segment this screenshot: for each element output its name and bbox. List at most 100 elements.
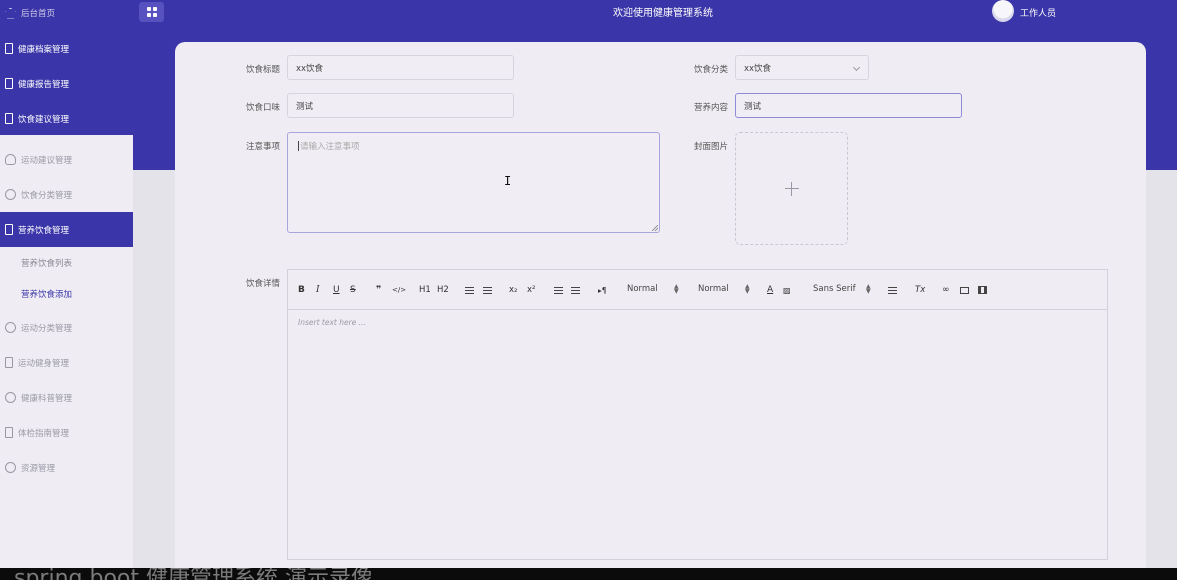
superscript-button[interactable]: x² <box>527 284 535 296</box>
header-2-button[interactable]: H2 <box>437 284 449 296</box>
ordered-list-button[interactable] <box>465 284 474 296</box>
sidebar-item-checkup-guide[interactable]: 体检指南管理 <box>0 415 133 450</box>
bullet-list-button[interactable] <box>483 284 492 296</box>
sidebar-item-label: 健康科普管理 <box>21 393 73 404</box>
i-beam-cursor-icon: I <box>504 174 512 188</box>
chat-icon <box>5 189 16 200</box>
sidebar-item-label: 健康档案管理 <box>18 44 70 55</box>
title-input[interactable]: xx饮食 <box>287 55 514 80</box>
blockquote-button[interactable]: ❞ <box>376 284 381 296</box>
nutrition-input-value: 测试 <box>744 101 762 112</box>
header-picker-value: Normal <box>627 284 658 294</box>
text-color-button[interactable]: A <box>767 284 773 296</box>
cover-upload[interactable] <box>735 132 848 245</box>
sidebar-item-health-science[interactable]: 健康科普管理 <box>0 380 133 415</box>
video-caption-bar: spring boot 健康管理系统 演示录像 <box>0 568 1177 580</box>
page-title: 欢迎使用健康管理系统 <box>613 8 713 19</box>
chat-icon <box>5 322 16 333</box>
align-left-icon <box>888 286 897 294</box>
document-icon <box>5 113 13 124</box>
italic-button[interactable]: I <box>316 284 320 296</box>
grid-icon <box>146 7 157 17</box>
sidebar-item-label: 健康报告管理 <box>18 79 70 90</box>
editor-toolbar: B I U S ❞ </> H1 H2 x₂ x² ▸¶ Normal ▲ ▼ N… <box>287 269 1108 310</box>
notes-label: 注意事项 <box>245 142 280 152</box>
underline-button[interactable]: U <box>333 284 340 296</box>
menu-toggle-button[interactable] <box>139 2 164 22</box>
subscript-button[interactable]: x₂ <box>509 284 517 296</box>
sidebar-item-label: 体检指南管理 <box>18 428 70 439</box>
sidebar: 后台首页 健康档案管理 健康报告管理 饮食建议管理 运动建议管理 饮食分类管理 … <box>0 0 133 570</box>
plus-icon <box>784 181 799 196</box>
category-select[interactable]: xx饮食 <box>735 55 869 80</box>
detail-label: 饮食详情 <box>245 279 280 289</box>
code-block-button[interactable]: </> <box>392 284 406 296</box>
document-icon <box>5 427 13 438</box>
background-color-button[interactable]: ▨ <box>783 284 791 296</box>
header-picker[interactable]: Normal ▲ ▼ <box>627 283 681 295</box>
bullet-list-icon <box>483 286 492 294</box>
sidebar-item-dashboard[interactable]: 后台首页 <box>0 0 133 30</box>
size-picker-value: Normal <box>698 284 729 294</box>
taste-label: 饮食口味 <box>245 103 280 113</box>
sidebar-item-fitness[interactable]: 运动健身管理 <box>0 345 133 380</box>
sidebar-item-resources[interactable]: 资源管理 <box>0 450 133 485</box>
resize-handle[interactable] <box>652 225 658 231</box>
ordered-list-icon <box>465 286 474 294</box>
image-button[interactable] <box>959 284 969 296</box>
document-icon <box>5 43 13 54</box>
notes-textarea[interactable]: 请输入注意事项 <box>287 132 660 233</box>
home-icon <box>5 7 16 19</box>
chevron-down-icon <box>852 63 861 72</box>
sidebar-subitem-nutrition-list[interactable]: 营养饮食列表 <box>0 248 133 278</box>
updown-arrow-icon: ▲ ▼ <box>866 283 871 295</box>
sidebar-item-label: 饮食建议管理 <box>18 114 70 125</box>
sidebar-item-label: 运动建议管理 <box>21 155 73 166</box>
align-button[interactable] <box>888 284 897 296</box>
strike-button[interactable]: S <box>350 284 356 296</box>
title-input-value: xx饮食 <box>296 63 324 74</box>
avatar[interactable] <box>992 0 1014 22</box>
indent-button[interactable] <box>571 284 580 296</box>
sidebar-item-diet-category[interactable]: 饮食分类管理 <box>0 177 133 212</box>
sidebar-item-diet-advice[interactable]: 饮食建议管理 <box>0 101 133 136</box>
sidebar-item-label: 营养饮食管理 <box>18 225 70 236</box>
sidebar-item-health-reports[interactable]: 健康报告管理 <box>0 66 133 101</box>
editor-content[interactable]: Insert text here ... <box>287 309 1108 560</box>
text-direction-button[interactable]: ▸¶ <box>598 284 607 296</box>
bold-button[interactable]: B <box>298 284 305 296</box>
link-icon: ∞ <box>942 285 950 295</box>
sidebar-subitem-label: 营养饮食列表 <box>21 259 73 269</box>
title-label: 饮食标题 <box>245 65 280 75</box>
video-icon <box>977 286 987 294</box>
image-icon <box>959 286 969 294</box>
video-button[interactable] <box>977 284 987 296</box>
user-name[interactable]: 工作人员 <box>1020 6 1056 19</box>
chat-icon <box>5 392 16 403</box>
document-icon <box>5 78 13 89</box>
font-picker[interactable]: Sans Serif ▲ ▼ <box>813 283 875 295</box>
editor-placeholder: Insert text here ... <box>298 318 366 327</box>
chat-icon <box>5 462 16 473</box>
taste-input[interactable]: 测试 <box>287 93 514 118</box>
updown-arrow-icon: ▲ ▼ <box>674 283 679 295</box>
clean-format-button[interactable]: Tx <box>915 284 925 296</box>
sidebar-item-nutrition-diet[interactable]: 营养饮食管理 <box>0 212 133 247</box>
sidebar-item-label: 饮食分类管理 <box>21 190 73 201</box>
nutrition-input[interactable]: 测试 <box>735 93 962 118</box>
outdent-button[interactable] <box>554 284 563 296</box>
video-caption: spring boot 健康管理系统 演示录像 <box>14 568 373 580</box>
size-picker[interactable]: Normal ▲ ▼ <box>698 283 752 295</box>
updown-arrow-icon: ▲ ▼ <box>745 283 750 295</box>
category-select-value: xx饮食 <box>744 63 772 74</box>
nutrition-label: 营养内容 <box>693 103 728 113</box>
sidebar-subitem-nutrition-add[interactable]: 营养饮食添加 <box>0 279 133 309</box>
sidebar-item-exercise-category[interactable]: 运动分类管理 <box>0 310 133 345</box>
notes-placeholder: 请输入注意事项 <box>300 142 360 152</box>
category-label: 饮食分类 <box>693 65 728 75</box>
user-icon <box>5 154 16 165</box>
sidebar-item-health-records[interactable]: 健康档案管理 <box>0 31 133 66</box>
link-button[interactable]: ∞ <box>942 284 950 296</box>
sidebar-item-exercise-advice[interactable]: 运动建议管理 <box>0 142 133 177</box>
header-1-button[interactable]: H1 <box>419 284 431 296</box>
